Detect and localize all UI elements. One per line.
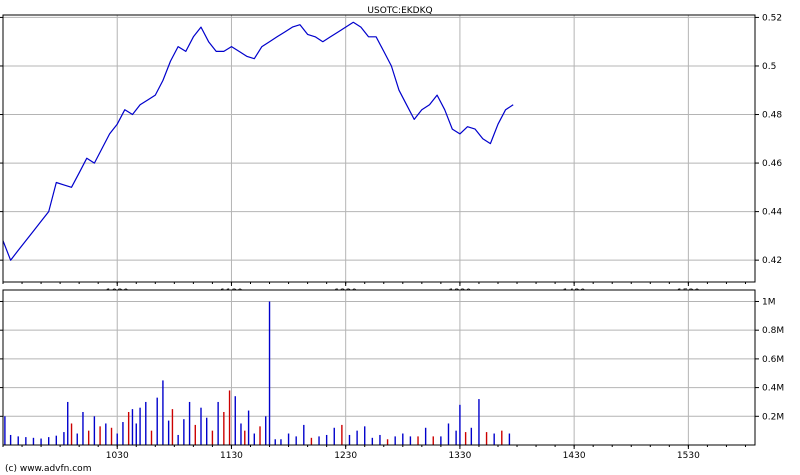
- y-tick-label: 0.6M: [762, 355, 784, 365]
- plot-area: [2, 14, 756, 283]
- chart-stage: USOTC:EKDKQ 1030113012301330143015300.52…: [0, 6, 784, 474]
- y-tick-label: 0.2M: [762, 412, 784, 422]
- y-tick-label: 0.5: [762, 62, 776, 72]
- y-tick-label: 0.4M: [762, 384, 784, 394]
- y-tick-label: 1M: [762, 297, 776, 307]
- x-tick-label: 1430: [563, 451, 586, 461]
- y-tick-label: 0.48: [762, 111, 782, 121]
- plot-area: [2, 289, 756, 446]
- x-tick-label: 1030: [106, 451, 129, 461]
- x-tick-label: 1230: [334, 451, 357, 461]
- price-panel: 1030113012301330143015300.520.50.480.460…: [0, 13, 782, 298]
- y-tick-label: 0.52: [762, 13, 782, 23]
- y-tick-label: 0.44: [762, 208, 782, 218]
- x-tick-label: 1330: [448, 451, 471, 461]
- y-tick-label: 0.42: [762, 256, 782, 266]
- footer-credit: (c) www.advfn.com: [5, 464, 91, 474]
- x-tick-label: 1530: [677, 451, 700, 461]
- x-tick-label: 1130: [220, 451, 243, 461]
- y-tick-label: 0.8M: [762, 326, 784, 336]
- volume-panel: 1030 1130 1230 1330 1430 1530 1M 0.8M 0.6M 0.4M 0.…: [0, 289, 784, 461]
- y-tick-label: 0.46: [762, 159, 782, 169]
